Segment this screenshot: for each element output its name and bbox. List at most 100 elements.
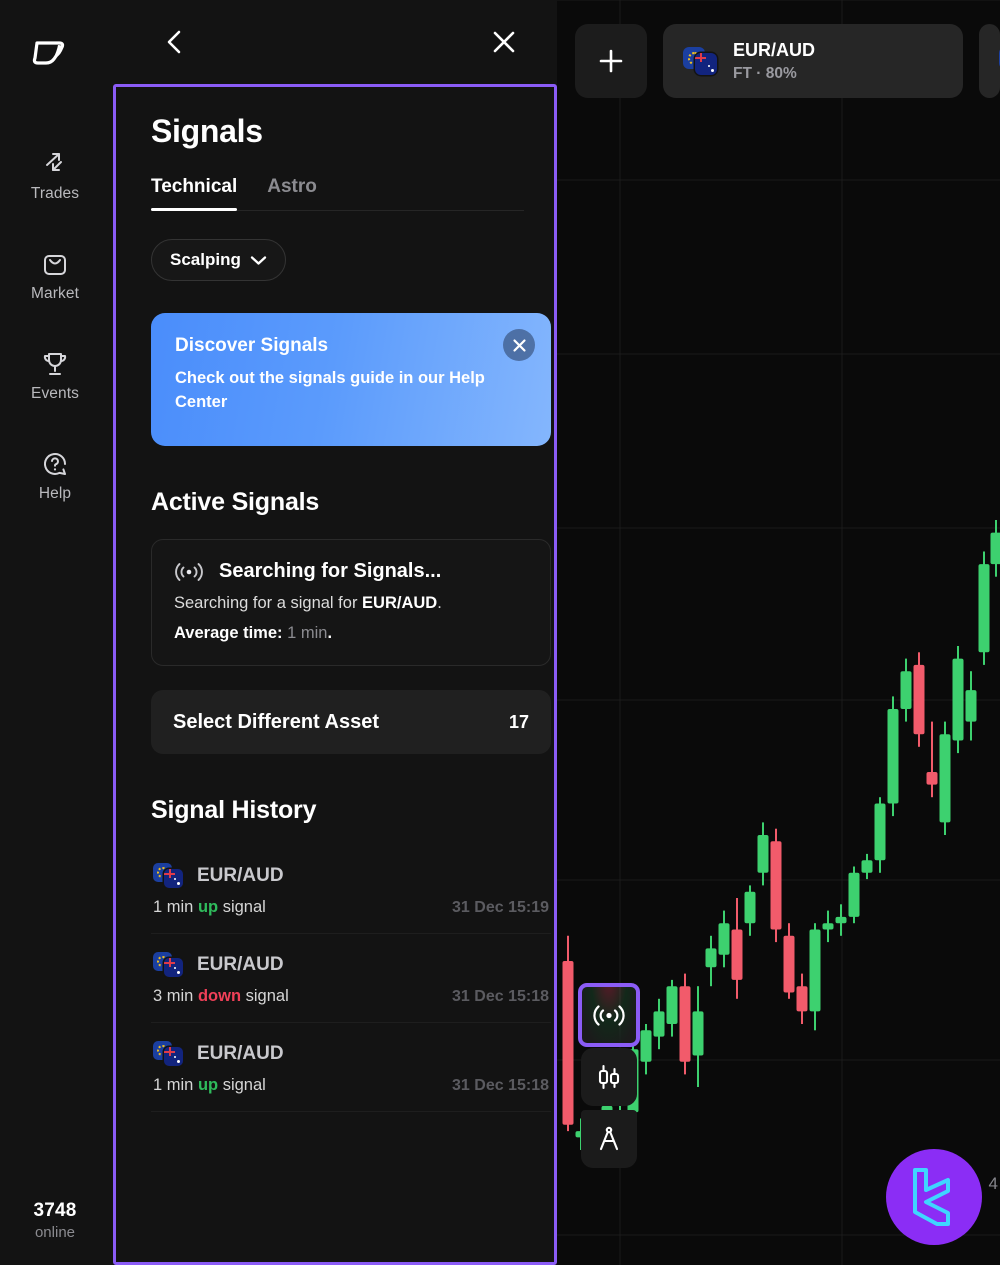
history-pair-name: EUR/AUD — [197, 864, 284, 886]
app-root: Trades Market Events Help 3748 online Si… — [0, 0, 1000, 1265]
active-signal-card: Searching for Signals... Searching for a… — [151, 539, 551, 666]
history-item-detail: 3 min down signal 31 Dec 15:18 — [153, 987, 549, 1006]
asset-tab-text: EUR/AUD FT · 80% — [733, 40, 815, 83]
sidebar-item-label: Help — [38, 485, 72, 502]
drawing-tools-button[interactable] — [581, 1110, 637, 1168]
select-different-asset-button[interactable]: Select Different Asset 17 — [151, 690, 551, 754]
signals-tabs: Technical Astro — [151, 176, 524, 211]
history-description: 1 min up signal — [153, 898, 266, 917]
select-asset-label: Select Different Asset — [173, 710, 379, 733]
asset-tab-subtitle: FT · 80% — [733, 64, 797, 82]
history-direction: down — [197, 987, 242, 1005]
tab-technical[interactable]: Technical — [151, 176, 238, 211]
list-item[interactable]: EUR/AUD 3 min down signal 31 Dec 15:18 — [151, 934, 551, 1023]
online-count: 3748 — [33, 1200, 77, 1221]
sidebar-item-market[interactable]: Market — [0, 226, 110, 326]
chart-tools — [578, 983, 640, 1168]
history-duration: 3 min — [153, 987, 194, 1005]
list-item[interactable]: EUR/AUD 1 min up signal 31 Dec 15:18 — [151, 1023, 551, 1112]
history-signal-word: signal — [222, 898, 266, 916]
signal-history-heading: Signal History — [151, 796, 317, 824]
asset-tabs-bar: EUR/AUD FT · 80% — [575, 24, 1000, 98]
eur-aud-flag-icon — [683, 47, 717, 75]
tab-astro[interactable]: Astro — [267, 176, 317, 210]
active-card-line-asset: Searching for a signal for EUR/AUD. — [174, 594, 528, 613]
history-item-header: EUR/AUD — [153, 863, 549, 888]
online-users-indicator: 3748 online — [0, 1200, 110, 1241]
history-timestamp: 31 Dec 15:18 — [452, 1076, 549, 1094]
chart-area: EUR/AUD FT · 80% 4 — [557, 0, 1000, 1265]
search-prefix: Searching for a signal for — [174, 594, 363, 612]
history-timestamp: 31 Dec 15:19 — [452, 898, 549, 916]
avg-time-label: Average time: — [174, 624, 288, 642]
rail-items: Trades Market Events Help — [0, 126, 110, 526]
close-x-icon — [493, 31, 515, 53]
active-card-header: Searching for Signals... — [174, 560, 528, 583]
history-duration: 1 min — [153, 898, 194, 916]
discover-signals-banner[interactable]: Discover Signals Check out the signals g… — [151, 313, 551, 446]
select-asset-count: 17 — [508, 711, 529, 732]
history-item-detail: 1 min up signal 31 Dec 15:18 — [153, 1076, 549, 1095]
eur-aud-flag-icon — [153, 863, 183, 888]
search-asset: EUR/AUD — [362, 594, 438, 612]
sidebar-item-trades[interactable]: Trades — [0, 126, 110, 226]
sidebar-item-events[interactable]: Events — [0, 326, 110, 426]
asset-tab-name: EUR/AUD — [733, 39, 816, 60]
sidebar-item-label: Events — [31, 385, 79, 402]
brand-badge-button[interactable] — [886, 1149, 982, 1245]
signals-tool-button[interactable] — [578, 983, 640, 1047]
trades-arrows-icon — [46, 153, 62, 171]
strategy-filter-dropdown[interactable]: Scalping — [151, 239, 286, 281]
page-title: Signals — [151, 113, 263, 149]
history-signal-word: signal — [245, 987, 289, 1005]
history-timestamp: 31 Dec 15:18 — [452, 987, 549, 1005]
eur-aud-flag-icon — [153, 1041, 183, 1066]
history-pair-name: EUR/AUD — [197, 953, 284, 975]
back-button[interactable] — [158, 25, 192, 59]
history-duration: 1 min — [153, 1076, 194, 1094]
asset-tab-secondary[interactable] — [979, 24, 1000, 98]
tab-label: Astro — [267, 176, 317, 197]
avg-time-suffix: . — [327, 624, 333, 642]
chevron-down-icon — [250, 255, 267, 265]
broadcast-signal-icon — [175, 562, 203, 581]
broadcast-signal-icon — [593, 1004, 625, 1026]
sidebar-item-help[interactable]: Help — [0, 426, 110, 526]
history-description: 3 min down signal — [153, 987, 289, 1006]
history-direction: up — [197, 898, 219, 916]
asset-tab-eur-aud[interactable]: EUR/AUD FT · 80% — [663, 24, 963, 98]
brand-logo-icon[interactable] — [31, 36, 79, 66]
panel-topbar — [110, 0, 557, 84]
history-item-detail: 1 min up signal 31 Dec 15:19 — [153, 898, 549, 917]
signal-history-list: EUR/AUD 1 min up signal 31 Dec 15:19 EUR… — [151, 845, 551, 1112]
close-panel-button[interactable] — [487, 25, 521, 59]
active-card-title: Searching for Signals... — [219, 560, 442, 582]
chart-price-tick: 4 — [988, 1174, 998, 1193]
online-label: online — [34, 1224, 76, 1241]
avg-time-value: 1 min — [287, 624, 328, 642]
tab-label: Technical — [151, 176, 238, 197]
search-suffix: . — [437, 594, 442, 612]
add-asset-button[interactable] — [575, 24, 647, 98]
chart-type-tool-button[interactable] — [581, 1048, 637, 1106]
list-item[interactable]: EUR/AUD 1 min up signal 31 Dec 15:19 — [151, 845, 551, 934]
market-bag-icon — [44, 255, 66, 275]
close-x-icon — [512, 338, 526, 352]
sidebar-item-label: Trades — [30, 185, 80, 202]
sidebar-item-label: Market — [31, 285, 79, 302]
active-signals-heading: Active Signals — [151, 488, 320, 516]
history-item-header: EUR/AUD — [153, 952, 549, 977]
banner-text: Check out the signals guide in our Help … — [175, 369, 485, 411]
drawing-compass-icon — [599, 1126, 619, 1151]
help-question-icon — [44, 452, 67, 475]
history-description: 1 min up signal — [153, 1076, 266, 1095]
strategy-filter-label: Scalping — [170, 250, 241, 269]
signals-panel-highlight: Signals Technical Astro Scalping Discove… — [113, 84, 557, 1265]
active-card-line-time: Average time: 1 min. — [174, 624, 528, 643]
eur-aud-flag-icon — [153, 952, 183, 977]
events-trophy-icon — [43, 353, 67, 375]
banner-close-button[interactable] — [503, 329, 535, 361]
history-direction: up — [197, 1076, 219, 1094]
history-item-header: EUR/AUD — [153, 1041, 549, 1066]
history-pair-name: EUR/AUD — [197, 1042, 284, 1064]
